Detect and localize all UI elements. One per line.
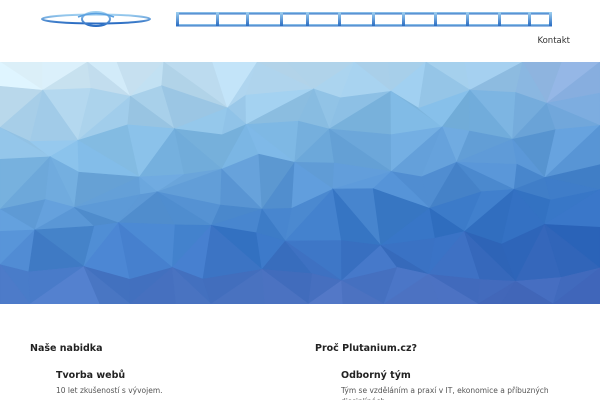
why-item: Odborný tým Tým se vzděláním a praxí v I… xyxy=(341,370,585,400)
low-poly-background xyxy=(0,62,600,304)
why-section: Proč Plutanium.cz? Odborný tým Tým se vz… xyxy=(315,343,585,400)
offer-item: Tvorba webů 10 let zkušeností s vývojem. xyxy=(56,370,300,396)
why-item-title[interactable]: Odborný tým xyxy=(341,370,585,382)
plutanium-logo-icon xyxy=(41,11,552,27)
site-header: Kontakt xyxy=(0,0,600,62)
hero-banner xyxy=(0,62,600,304)
offer-item-desc: 10 let zkušeností s vývojem. xyxy=(56,386,163,395)
site-logo[interactable] xyxy=(40,8,552,30)
why-title: Proč Plutanium.cz? xyxy=(315,343,418,354)
offer-title: Naše nabidka xyxy=(30,343,103,354)
offer-item-title[interactable]: Tvorba webů xyxy=(56,370,300,382)
nav-link-kontakt[interactable]: Kontakt xyxy=(537,36,570,46)
page: Kontakt Naše nabidka Tvorba webů 10 let … xyxy=(0,0,600,400)
why-item-desc: Tým se vzděláním a praxí v IT, ekonomice… xyxy=(341,386,549,400)
offer-section: Naše nabidka Tvorba webů 10 let zkušenos… xyxy=(30,343,300,396)
